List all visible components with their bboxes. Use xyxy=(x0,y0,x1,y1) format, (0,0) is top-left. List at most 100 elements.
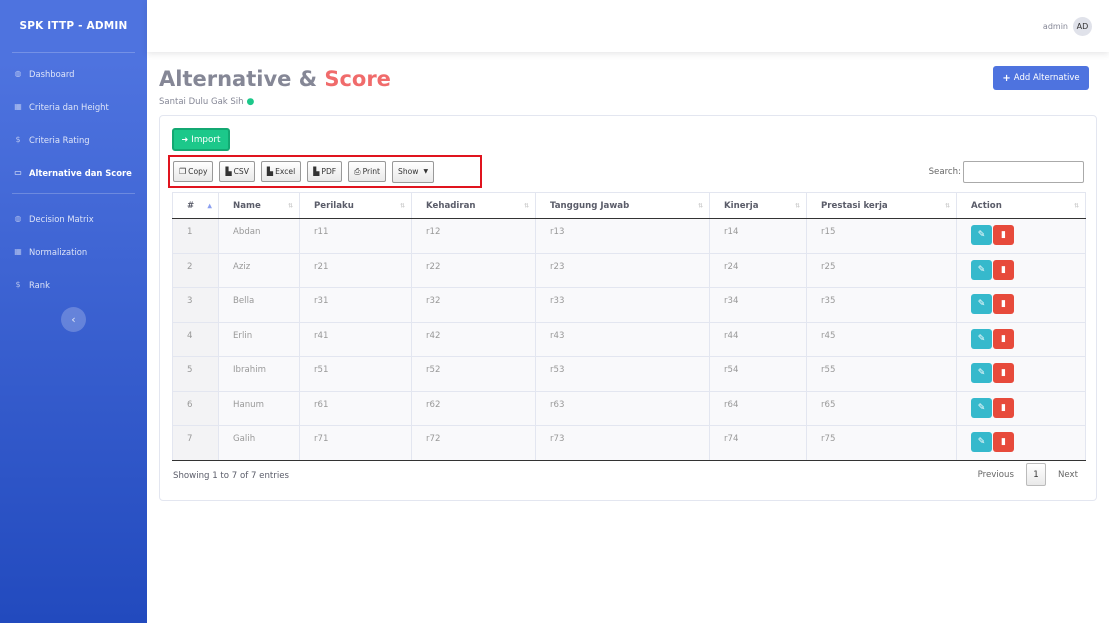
table-row: 3 Bella r31 r32 r33 r34 r35 ✎ ▮ xyxy=(172,287,1086,323)
gauge-icon: ◍ xyxy=(14,69,22,78)
cell-perilaku: r51 xyxy=(299,356,412,392)
cell-tanggung-jawab: r63 xyxy=(535,391,710,426)
sign-in-icon: ➜ xyxy=(181,135,189,144)
cell-name: Hanum xyxy=(218,391,300,426)
previous-page-button[interactable]: Previous xyxy=(972,463,1020,486)
column-header-number[interactable]: # ▲ xyxy=(172,192,219,219)
plus-icon: + xyxy=(1002,72,1011,84)
edit-button[interactable]: ✎ xyxy=(971,397,992,418)
page-subtitle: Santai Dulu Gak Sih ● xyxy=(159,97,254,107)
sidebar-item-criteria-height[interactable]: ▦ Criteria dan Height xyxy=(0,90,147,123)
dollar-icon: $ xyxy=(15,280,21,289)
sidebar-item-alternative-score[interactable]: ▭ Alternative dan Score xyxy=(0,156,147,189)
sidebar-item-decision-matrix[interactable]: ◍ Decision Matrix xyxy=(0,202,147,235)
excel-button[interactable]: ▙ Excel xyxy=(260,161,302,182)
cell-kinerja: r14 xyxy=(709,218,807,254)
column-header-kinerja[interactable]: Kinerja ⇅ xyxy=(709,192,807,219)
print-icon: ⎙ xyxy=(354,166,361,176)
delete-button[interactable]: ▮ xyxy=(993,432,1014,452)
export-button-group: ❐ Copy ▙ CSV ▙ Excel ▙ PDF ⎙ Print Show … xyxy=(168,155,482,188)
cell-prestasi-kerja: r45 xyxy=(806,322,957,357)
column-header-kehadiran[interactable]: Kehadiran ⇅ xyxy=(411,192,536,219)
sidebar-item-rank[interactable]: $ Rank xyxy=(0,268,147,301)
show-entries-dropdown[interactable]: Show ▼ xyxy=(392,160,435,183)
cell-number: 3 xyxy=(172,287,219,323)
sidebar-item-criteria-rating[interactable]: $ Criteria Rating xyxy=(0,123,147,156)
sidebar-item-normalization[interactable]: ▦ Normalization xyxy=(0,235,147,268)
edit-icon: ✎ xyxy=(977,437,986,447)
copy-button[interactable]: ❐ Copy xyxy=(173,161,214,182)
delete-button[interactable]: ▮ xyxy=(993,328,1014,349)
edit-button[interactable]: ✎ xyxy=(971,363,992,383)
table-row: 6 Hanum r61 r62 r63 r64 r65 ✎ ▮ xyxy=(172,391,1086,426)
cell-kehadiran: r22 xyxy=(411,253,536,288)
cell-name: Ibrahim xyxy=(218,356,300,392)
delete-button[interactable]: ▮ xyxy=(993,259,1014,280)
sort-icon: ⇅ xyxy=(287,202,293,209)
column-header-name[interactable]: Name ⇅ xyxy=(218,192,300,219)
cell-action: ✎ ▮ xyxy=(956,322,1086,357)
cell-kehadiran: r52 xyxy=(411,356,536,392)
alternative-score-table: # ▲ Name ⇅ Perilaku ⇅ Kehadiran ⇅ Tanggung J… xyxy=(172,192,1086,461)
next-page-button[interactable]: Next xyxy=(1052,463,1084,486)
column-header-action[interactable]: Action ⇅ xyxy=(956,192,1086,219)
cell-kinerja: r24 xyxy=(709,253,807,288)
page-subtitle-text: Santai Dulu Gak Sih xyxy=(159,97,244,107)
sidebar-toggle-button[interactable]: ‹ xyxy=(61,307,86,332)
column-header-perilaku[interactable]: Perilaku ⇅ xyxy=(299,192,412,219)
edit-button[interactable]: ✎ xyxy=(971,294,992,314)
table-header-row: # ▲ Name ⇅ Perilaku ⇅ Kehadiran ⇅ Tanggung J… xyxy=(172,192,1086,219)
cell-number: 6 xyxy=(172,391,219,426)
edit-button[interactable]: ✎ xyxy=(971,432,992,452)
print-button[interactable]: ⎙ Print xyxy=(348,161,387,182)
file-csv-icon: ▙ xyxy=(225,167,232,176)
cell-perilaku: r11 xyxy=(299,218,412,254)
cell-kinerja: r34 xyxy=(709,287,807,323)
topbar: admin AD xyxy=(147,0,1109,52)
edit-button[interactable]: ✎ xyxy=(971,225,992,245)
sidebar-item-dashboard[interactable]: ◍ Dashboard xyxy=(0,57,147,90)
user-name[interactable]: admin xyxy=(1043,22,1068,31)
data-card: ➜ Import ❐ Copy ▙ CSV ▙ Excel ▙ PDF ⎙ Pr… xyxy=(159,115,1097,501)
delete-button[interactable]: ▮ xyxy=(993,363,1014,383)
edit-button[interactable]: ✎ xyxy=(971,259,992,280)
search-label: Search: xyxy=(928,167,961,177)
delete-button[interactable]: ▮ xyxy=(993,397,1014,418)
edit-button[interactable]: ✎ xyxy=(971,328,992,349)
caret-down-icon: ▼ xyxy=(423,168,429,175)
cell-prestasi-kerja: r25 xyxy=(806,253,957,288)
sidebar-item-label: Dashboard xyxy=(29,68,75,79)
sidebar-item-label: Alternative dan Score xyxy=(29,167,132,178)
cell-perilaku: r61 xyxy=(299,391,412,426)
search-input[interactable] xyxy=(963,161,1084,183)
delete-button[interactable]: ▮ xyxy=(993,225,1014,245)
show-label: Show xyxy=(398,167,419,176)
cell-prestasi-kerja: r65 xyxy=(806,391,957,426)
delete-button[interactable]: ▮ xyxy=(993,294,1014,314)
edit-icon: ✎ xyxy=(977,230,986,240)
page-title-main: Alternative & xyxy=(159,67,325,91)
avatar[interactable]: AD xyxy=(1073,16,1092,36)
trash-icon: ▮ xyxy=(1001,333,1006,344)
edit-icon: ✎ xyxy=(977,299,986,309)
column-header-tanggung-jawab[interactable]: Tanggung Jawab ⇅ xyxy=(535,192,710,219)
copy-label: Copy xyxy=(188,167,208,176)
sidebar-brand[interactable]: SPK ITTP - ADMIN xyxy=(0,0,147,52)
cell-kehadiran: r72 xyxy=(411,425,536,461)
cell-prestasi-kerja: r35 xyxy=(806,287,957,323)
csv-button[interactable]: ▙ CSV xyxy=(219,161,255,182)
column-header-prestasi-kerja[interactable]: Prestasi kerja ⇅ xyxy=(806,192,957,219)
page-1-button[interactable]: 1 xyxy=(1025,463,1046,486)
pdf-button[interactable]: ▙ PDF xyxy=(307,161,343,182)
table-row: 5 Ibrahim r51 r52 r53 r54 r55 ✎ ▮ xyxy=(172,356,1086,392)
edit-icon: ✎ xyxy=(977,333,986,344)
import-button[interactable]: ➜ Import xyxy=(172,128,230,151)
table-row: 4 Erlin r41 r42 r43 r44 r45 ✎ ▮ xyxy=(172,322,1086,357)
comment-icon: ● xyxy=(246,97,255,107)
page-title: Alternative & Score xyxy=(159,67,391,91)
add-alternative-button[interactable]: + Add Alternative xyxy=(993,66,1089,90)
chevron-left-icon: ‹ xyxy=(71,313,76,326)
sidebar-item-label: Criteria dan Height xyxy=(29,101,109,112)
cell-kehadiran: r32 xyxy=(411,287,536,323)
add-alternative-label: Add Alternative xyxy=(1013,73,1080,83)
